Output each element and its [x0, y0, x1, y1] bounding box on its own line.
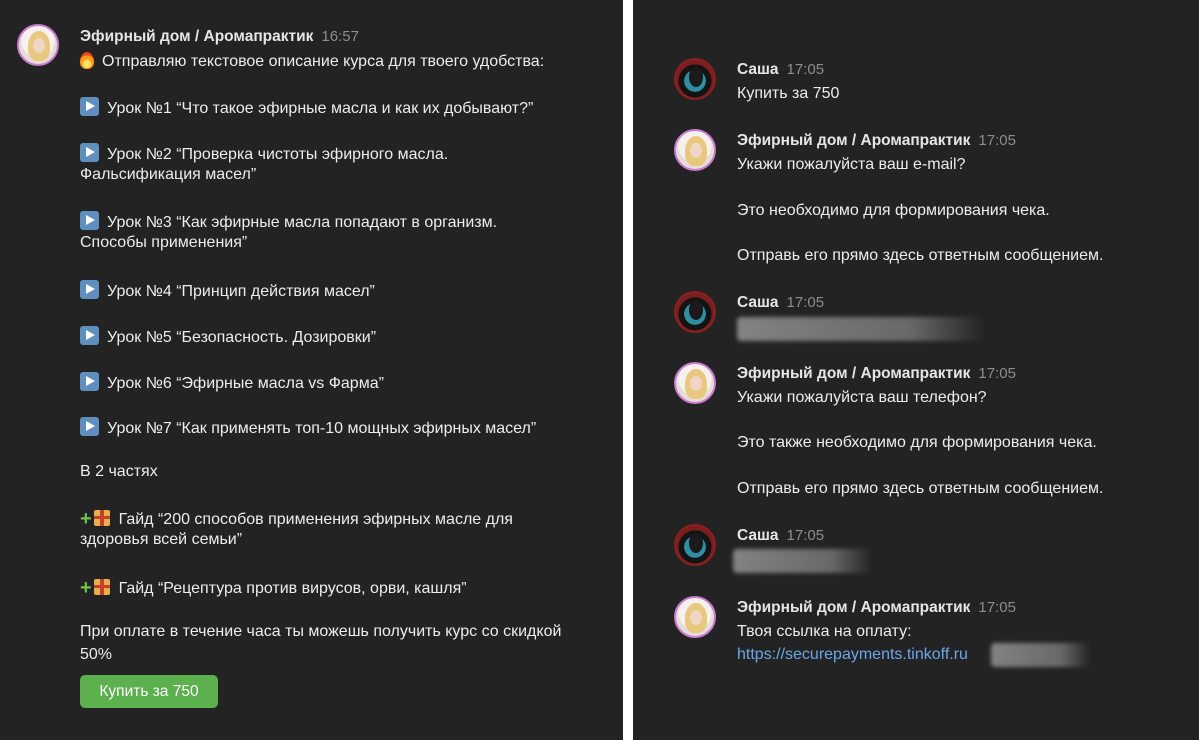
author-name[interactable]: Эфирный дом / Аромапрактик [737, 599, 970, 616]
redacted-phone [733, 549, 873, 573]
payment-link[interactable]: https://securepayments.tinkoff.ru [737, 646, 968, 664]
user-avatar[interactable] [674, 58, 716, 100]
redacted-email [737, 317, 985, 341]
play-button-icon [80, 97, 99, 116]
lesson-title: Урок №3 “Как эфирные масла попадают в ор… [107, 214, 498, 231]
message-text: Купить за 750 [737, 85, 840, 102]
play-button-icon [80, 417, 99, 436]
fire-icon [80, 52, 94, 69]
lesson-4: Урок №4 “Принцип действия масел” [80, 280, 375, 301]
message-text: Отправь его прямо здесь ответным сообщен… [737, 480, 1104, 497]
author-name[interactable]: Эфирный дом / Аромапрактик [737, 365, 970, 382]
message-header: Саша 17:05 [737, 61, 824, 79]
message-text: Укажи пожалуйста ваш e-mail? [737, 156, 966, 173]
message-time: 17:05 [786, 294, 825, 311]
offer-text-cont: 50% [80, 646, 113, 663]
lesson-title: Урок №4 “Принцип действия масел” [107, 283, 375, 300]
message-text: Отправь его прямо здесь ответным сообщен… [737, 247, 1104, 264]
lesson-title: Урок №2 “Проверка чистоты эфирного масла… [107, 146, 449, 163]
lesson-3-cont: Способы применения” [80, 234, 248, 251]
lesson-7: Урок №7 “Как применять топ-10 мощных эфи… [80, 417, 536, 438]
message-header: Саша 17:05 [737, 527, 824, 545]
lesson-5: Урок №5 “Безопасность. Дозировки” [80, 326, 376, 347]
message-time: 17:05 [786, 527, 825, 544]
author-name[interactable]: Саша [737, 61, 779, 78]
lesson-title: Урок №6 “Эфирные масла vs Фарма” [107, 375, 384, 392]
play-button-icon [80, 326, 99, 345]
offer-text: При оплате в течение часа ты можешь полу… [80, 623, 562, 640]
guide-title: Гайд “200 способов применения эфирных ма… [118, 511, 513, 528]
lesson-2: Урок №2 “Проверка чистоты эфирного масла… [80, 143, 448, 164]
parts-text: В 2 частях [80, 463, 158, 480]
guide-1: + Гайд “200 способов применения эфирных … [80, 508, 513, 531]
author-name[interactable]: Саша [737, 527, 779, 544]
lesson-2-cont: Фальсификация масел” [80, 166, 257, 183]
play-button-icon [80, 280, 99, 299]
author-name[interactable]: Саша [737, 294, 779, 311]
message-header: Эфирный дом / Аромапрактик 17:05 [737, 132, 1016, 150]
lesson-6: Урок №6 “Эфирные масла vs Фарма” [80, 372, 384, 393]
intro-line: Отправляю текстовое описание курса для т… [80, 52, 544, 71]
user-avatar[interactable] [674, 291, 716, 333]
brand-avatar[interactable] [674, 362, 716, 404]
message-text: Твоя ссылка на оплату: [737, 623, 912, 640]
guide-1-cont: здоровья всей семьи” [80, 531, 243, 548]
author-name[interactable]: Эфирный дом / Аромапрактик [80, 28, 313, 45]
gift-icon [93, 579, 110, 595]
message-time: 17:05 [786, 61, 825, 78]
plus-icon: + [80, 577, 92, 599]
right-chat-panel: Саша 17:05 Купить за 750 Эфирный дом / Ар… [633, 0, 1199, 740]
message-text: Это необходимо для формирования чека. [737, 202, 1050, 219]
message-header: Саша 17:05 [737, 294, 824, 312]
message-time: 17:05 [978, 132, 1016, 149]
message-text: Это также необходимо для формирования че… [737, 434, 1097, 451]
guide-title: Гайд “Рецептура против вирусов, орви, ка… [118, 580, 467, 597]
lesson-1: Урок №1 “Что такое эфирные масла и как и… [80, 97, 533, 118]
message-time: 17:05 [978, 365, 1016, 382]
buy-button[interactable]: Купить за 750 [80, 675, 218, 708]
message-header: Эфирный дом / Аромапрактик 16:57 [80, 28, 359, 46]
message-header: Эфирный дом / Аромапрактик 17:05 [737, 599, 1016, 617]
message-time: 16:57 [321, 28, 359, 45]
brand-avatar[interactable] [17, 24, 59, 66]
intro-text: Отправляю текстовое описание курса для т… [102, 53, 545, 70]
plus-icon: + [80, 508, 92, 530]
play-button-icon [80, 372, 99, 391]
play-button-icon [80, 143, 99, 162]
brand-avatar[interactable] [674, 596, 716, 638]
author-name[interactable]: Эфирный дом / Аромапрактик [737, 132, 970, 149]
guide-2: + Гайд “Рецептура против вирусов, орви, … [80, 577, 467, 600]
message-time: 17:05 [978, 599, 1016, 616]
user-avatar[interactable] [674, 524, 716, 566]
message-text: Укажи пожалуйста ваш телефон? [737, 389, 987, 406]
play-button-icon [80, 211, 99, 230]
lesson-title: Урок №1 “Что такое эфирные масла и как и… [107, 100, 534, 117]
redacted-link-part [991, 643, 1091, 667]
left-chat-panel: Эфирный дом / Аромапрактик 16:57 Отправля… [0, 0, 623, 740]
gift-icon [93, 510, 110, 526]
brand-avatar[interactable] [674, 129, 716, 171]
lesson-3: Урок №3 “Как эфирные масла попадают в ор… [80, 211, 497, 232]
message-header: Эфирный дом / Аромапрактик 17:05 [737, 365, 1016, 383]
lesson-title: Урок №5 “Безопасность. Дозировки” [107, 329, 377, 346]
lesson-title: Урок №7 “Как применять топ-10 мощных эфи… [107, 420, 537, 437]
